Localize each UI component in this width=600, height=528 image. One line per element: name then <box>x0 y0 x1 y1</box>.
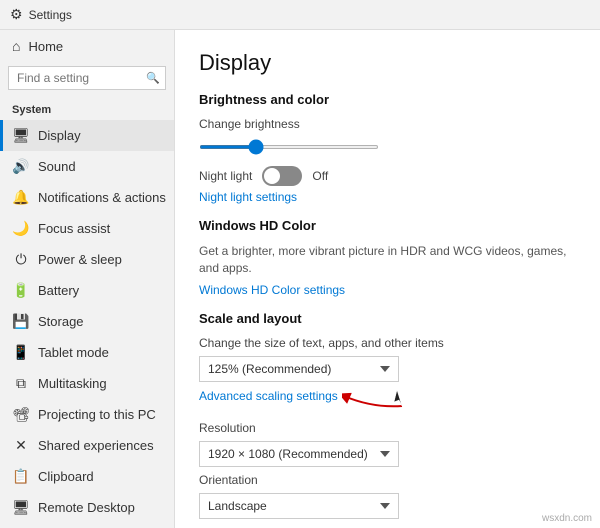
remote-desktop-icon: 🖥 <box>12 499 30 516</box>
sidebar-item-notifications-label: Notifications & actions <box>38 190 166 205</box>
night-light-state: Off <box>312 169 328 183</box>
night-light-slider <box>262 166 302 186</box>
search-input[interactable] <box>8 66 166 90</box>
notifications-icon: 🔔 <box>12 189 30 206</box>
page-title: Display <box>199 50 576 76</box>
main-content: Display Brightness and color Change brig… <box>175 30 600 528</box>
sidebar-item-power-sleep-label: Power & sleep <box>38 252 122 267</box>
sidebar-item-multitasking[interactable]: ⧉ Multitasking <box>0 368 174 399</box>
change-brightness-label: Change brightness <box>199 117 576 131</box>
hd-color-settings-link[interactable]: Windows HD Color settings <box>199 283 576 297</box>
advanced-scaling-link[interactable]: Advanced scaling settings <box>199 389 338 403</box>
sidebar-home-label: Home <box>28 39 63 54</box>
sidebar-item-display[interactable]: 🖥 Display <box>0 120 174 151</box>
scale-section-title: Scale and layout <box>199 311 576 326</box>
power-sleep-icon: ⏻ <box>12 251 30 268</box>
sidebar-item-clipboard-label: Clipboard <box>38 469 94 484</box>
brightness-slider[interactable] <box>199 145 379 149</box>
sidebar-item-clipboard[interactable]: 📋 Clipboard <box>0 461 174 492</box>
orientation-dropdown-container: Landscape Portrait Landscape (flipped) P… <box>199 493 576 519</box>
sidebar-item-sound[interactable]: 🔊 Sound <box>0 151 174 182</box>
sidebar-item-battery[interactable]: 🔋 Battery <box>0 275 174 306</box>
storage-icon: 💾 <box>12 313 30 330</box>
sidebar-item-remote-desktop-label: Remote Desktop <box>38 500 135 515</box>
sidebar-item-battery-label: Battery <box>38 283 79 298</box>
shared-experiences-icon: ✕ <box>12 437 30 454</box>
title-bar-label: Settings <box>29 8 72 22</box>
sound-icon: 🔊 <box>12 158 30 175</box>
scale-dropdown-container: 100% 125% (Recommended) 150% 175% <box>199 356 576 382</box>
night-light-settings-link[interactable]: Night light settings <box>199 190 576 204</box>
brightness-slider-container <box>199 137 576 152</box>
app-container: ⌂ Home 🔍 System 🖥 Display 🔊 Sound 🔔 Noti… <box>0 30 600 528</box>
sidebar-item-shared-experiences-label: Shared experiences <box>38 438 154 453</box>
sidebar-home[interactable]: ⌂ Home <box>0 30 174 62</box>
resolution-dropdown-container: 1920 × 1080 (Recommended) 1280 × 720 102… <box>199 441 576 467</box>
sidebar-item-sound-label: Sound <box>38 159 76 174</box>
hd-color-section: Windows HD Color Get a brighter, more vi… <box>199 218 576 297</box>
resolution-dropdown[interactable]: 1920 × 1080 (Recommended) 1280 × 720 102… <box>199 441 399 467</box>
hd-color-title: Windows HD Color <box>199 218 576 233</box>
focus-assist-icon: 🌙 <box>12 220 30 237</box>
title-bar: ⚙ Settings <box>0 0 600 30</box>
scale-dropdown[interactable]: 100% 125% (Recommended) 150% 175% <box>199 356 399 382</box>
sidebar-item-tablet-mode[interactable]: 📱 Tablet mode <box>0 337 174 368</box>
search-box: 🔍 <box>8 66 166 90</box>
orientation-dropdown[interactable]: Landscape Portrait Landscape (flipped) P… <box>199 493 399 519</box>
night-light-row: Night light Off <box>199 166 576 186</box>
sidebar-item-projecting[interactable]: 📽 Projecting to this PC <box>0 399 174 430</box>
sidebar-item-multitasking-label: Multitasking <box>38 376 107 391</box>
hd-color-desc: Get a brighter, more vibrant picture in … <box>199 243 576 277</box>
projecting-icon: 📽 <box>12 406 30 423</box>
brightness-section-title: Brightness and color <box>199 92 576 107</box>
battery-icon: 🔋 <box>12 282 30 299</box>
resolution-label: Resolution <box>199 421 576 435</box>
multitasking-icon: ⧉ <box>12 375 30 392</box>
home-icon: ⌂ <box>12 38 20 54</box>
night-light-label: Night light <box>199 169 252 183</box>
sidebar-item-storage[interactable]: 💾 Storage <box>0 306 174 337</box>
night-light-toggle[interactable] <box>262 166 302 186</box>
display-icon: 🖥 <box>12 127 30 144</box>
sidebar: ⌂ Home 🔍 System 🖥 Display 🔊 Sound 🔔 Noti… <box>0 30 175 528</box>
sidebar-item-notifications[interactable]: 🔔 Notifications & actions <box>0 182 174 213</box>
system-label: System <box>0 98 174 120</box>
sidebar-item-focus-assist[interactable]: 🌙 Focus assist <box>0 213 174 244</box>
red-arrow-annotation <box>342 386 412 410</box>
sidebar-item-storage-label: Storage <box>38 314 84 329</box>
orientation-label: Orientation <box>199 473 576 487</box>
sidebar-item-remote-desktop[interactable]: 🖥 Remote Desktop <box>0 492 174 523</box>
sidebar-item-power-sleep[interactable]: ⏻ Power & sleep <box>0 244 174 275</box>
clipboard-icon: 📋 <box>12 468 30 485</box>
search-icon: 🔍 <box>146 72 160 85</box>
sidebar-item-tablet-mode-label: Tablet mode <box>38 345 109 360</box>
sidebar-item-projecting-label: Projecting to this PC <box>38 407 156 422</box>
size-label: Change the size of text, apps, and other… <box>199 336 576 350</box>
sidebar-item-focus-assist-label: Focus assist <box>38 221 110 236</box>
sidebar-item-shared-experiences[interactable]: ✕ Shared experiences <box>0 430 174 461</box>
tablet-mode-icon: 📱 <box>12 344 30 361</box>
sidebar-item-display-label: Display <box>38 128 81 143</box>
settings-icon: ⚙ <box>10 6 23 23</box>
